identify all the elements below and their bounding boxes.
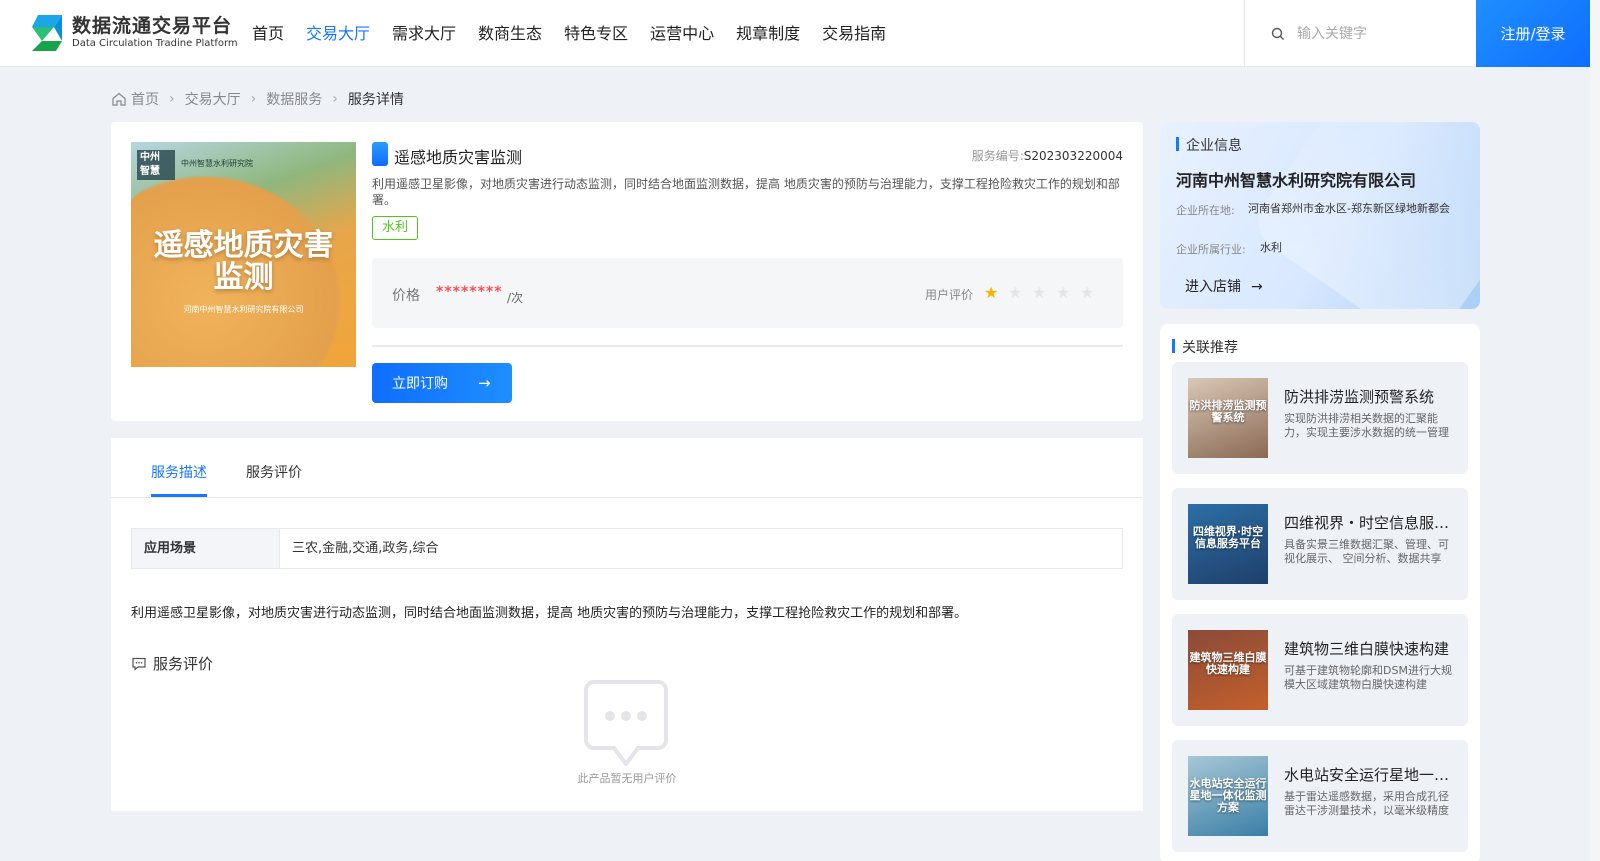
cover-badge: 中州 智慧 [137,150,175,180]
search-icon[interactable] [1271,27,1285,41]
recommend-thumbnail: 防洪排涝监测预警系统 [1188,378,1268,458]
home-icon[interactable] [111,91,127,107]
cover-org: 中州智慧水利研究院 [181,159,253,168]
star-icon: ★ [1056,283,1071,302]
industry-tag: 水利 [372,216,419,240]
detail-card: 服务描述 服务评价 应用场景 三农,金融,交通,政务,综合 利用遥感卫星影像，对… [111,438,1143,811]
recommend-item[interactable]: 水电站安全运行星地一体化监测方案水电站安全运行星地一体化监测方案基于雷达遥感数据… [1172,740,1468,852]
chevron-right-icon: › [250,91,257,107]
chevron-right-icon: › [169,91,175,107]
review-section-title: 服务评价 [131,653,213,674]
recommend-section-title: 关联推荐 [1172,337,1238,357]
star-icon: ★ [984,283,999,302]
recommend-item-desc: 实现防洪排涝相关数据的汇聚能力，实现主要涉水数据的统一管理 [1284,412,1449,439]
price-label: 价格 [392,288,420,304]
chevron-right-icon: › [332,91,338,107]
price-box: 价格 ******** /次 用户评价 ★ ★ ★ ★ ★ [372,258,1123,328]
product-card: 中州 智慧 中州智慧水利研究院 遥感地质灾害 监测 河南中州智慧水利研究院有限公… [111,122,1143,421]
recommend-thumbnail: 水电站安全运行星地一体化监测方案 [1188,756,1268,836]
recommend-thumbnail: 建筑物三维白膜快速构建 [1188,630,1268,710]
price-value: ******** [436,284,503,300]
nav-special-zone[interactable]: 特色专区 [564,22,628,46]
recommend-thumbnail: 四维视界·时空信息服务平台 [1188,504,1268,584]
arrow-right-icon: → [1251,279,1263,295]
company-name: 河南中州智慧水利研究院有限公司 [1176,171,1417,190]
main-nav: 首页 交易大厅 需求大厅 数商生态 特色专区 运营中心 规章制度 交易指南 [252,22,908,46]
recommend-item-desc: 具备实景三维数据汇聚、管理、可视化展示、 空间分析、数据共享 [1284,538,1449,565]
recommend-item[interactable]: 四维视界·时空信息服务平台四维视界・时空信息服务平台具备实景三维数据汇聚、管理、… [1172,488,1468,600]
search-input[interactable] [1297,25,1467,42]
nav-demand-hall[interactable]: 需求大厅 [392,22,456,46]
page-scrollbar[interactable] [1590,0,1600,861]
logo-subtitle: Data Circulation Tradine Platform [72,38,238,49]
cover-title: 遥感地质灾害 监测 [153,228,334,295]
company-info-card: 企业信息 河南中州智慧水利研究院有限公司 企业所在地: 河南省郑州市金水区-郑东新… [1160,122,1480,309]
recommend-item-name: 建筑物三维白膜快速构建 [1284,640,1450,658]
recommend-item[interactable]: 建筑物三维白膜快速构建 建筑物三维白膜快速构建 可基于建筑物轮廓和DSM进行大规模大… [1172,614,1468,726]
comment-icon [132,657,146,671]
scene-label: 应用场景 [132,529,280,568]
enter-shop-link[interactable]: 进入店铺 → [1185,276,1263,296]
star-icon: ★ [1008,283,1023,302]
nav-regulations[interactable]: 规章制度 [736,22,800,46]
scene-value: 三农,金融,交通,政务,综合 [292,541,439,556]
logo-mark-icon [32,15,62,51]
product-title: 遥感地质灾害监测 [394,148,523,167]
recommend-item-desc: 基于雷达遥感数据，采用合成孔径雷达干涉测量技术，以毫米级精度 [1284,790,1449,817]
recommend-item-name: 四维视界・时空信息服务平台 [1284,514,1456,532]
tab-bar: 服务描述 服务评价 [111,438,1143,498]
title-marker [372,142,388,166]
service-number: 服务编号:S202303220004 [971,149,1123,163]
login-register-button[interactable]: 注册/登录 [1476,0,1590,67]
tab-service-review[interactable]: 服务评价 [246,462,302,482]
nav-home[interactable]: 首页 [252,22,284,46]
recommend-item[interactable]: 防洪排涝监测预警系统 防洪排涝监测预警系统 实现防洪排涝相关数据的汇聚能力，实现主要… [1172,362,1468,474]
product-cover-image: 中州 智慧 中州智慧水利研究院 遥感地质灾害 监测 河南中州智慧水利研究院有限公… [131,142,356,367]
empty-review-text: 此产品暂无用户评价 [577,772,677,785]
star-icon: ★ [1080,283,1095,302]
nav-trading-hall[interactable]: 交易大厅 [306,22,370,46]
recommend-item-desc: 可基于建筑物轮廓和DSM进行大规模大区域建筑物白膜快速构建 [1284,664,1452,691]
empty-comment-icon [584,680,668,766]
service-long-description: 利用遥感卫星影像，对地质灾害进行动态监测，同时结合地面监测数据，提高 地质灾害的… [131,606,968,621]
recommend-item-name: 防洪排涝监测预警系统 [1284,388,1435,406]
breadcrumb-current: 服务详情 [347,92,404,108]
nav-operation-center[interactable]: 运营中心 [650,22,714,46]
rating-stars: ★ ★ ★ ★ ★ [984,283,1104,302]
breadcrumb-data-service[interactable]: 数据服务 [266,89,322,109]
rating-label: 用户评价 [925,288,974,302]
buy-now-button[interactable]: 立即订购 → [372,363,512,403]
platform-logo[interactable]: 数据流通交易平台 Data Circulation Tradine Platfo… [28,13,238,53]
search-box [1244,0,1476,67]
company-section-title: 企业信息 [1176,135,1242,155]
scene-table: 应用场景 三农,金融,交通,政务,综合 [131,528,1123,569]
breadcrumb: 首页 › 交易大厅 › 数据服务 › 服务详情 [111,89,404,109]
nav-guide[interactable]: 交易指南 [822,22,886,46]
company-location-row: 企业所在地: 河南省郑州市金水区-郑东新区绿地新都会 [1176,202,1450,217]
logo-title: 数据流通交易平台 [72,15,233,37]
star-icon: ★ [1032,283,1047,302]
tab-service-description[interactable]: 服务描述 [151,462,207,482]
product-description: 利用遥感卫星影像，对地质灾害进行动态监测，同时结合地面监测数据，提高 地质灾害的… [372,177,1120,207]
recommend-panel: 关联推荐 防洪排涝监测预警系统 防洪排涝监测预警系统 实现防洪排涝相关数据的汇聚能力… [1160,324,1480,861]
recommend-item-name: 水电站安全运行星地一体化监测方案 [1284,766,1456,784]
breadcrumb-home[interactable]: 首页 [131,89,159,109]
breadcrumb-trading-hall[interactable]: 交易大厅 [185,89,241,109]
active-tab-indicator [151,494,207,497]
top-header: 数据流通交易平台 Data Circulation Tradine Platfo… [0,0,1600,67]
company-industry-row: 企业所属行业: 水利 [1176,241,1282,256]
arrow-right-icon: → [478,374,491,392]
cover-subtitle: 河南中州智慧水利研究院有限公司 [183,305,304,314]
nav-ecosystem[interactable]: 数商生态 [478,22,542,46]
price-unit: /次 [507,291,524,305]
divider [372,345,1123,347]
